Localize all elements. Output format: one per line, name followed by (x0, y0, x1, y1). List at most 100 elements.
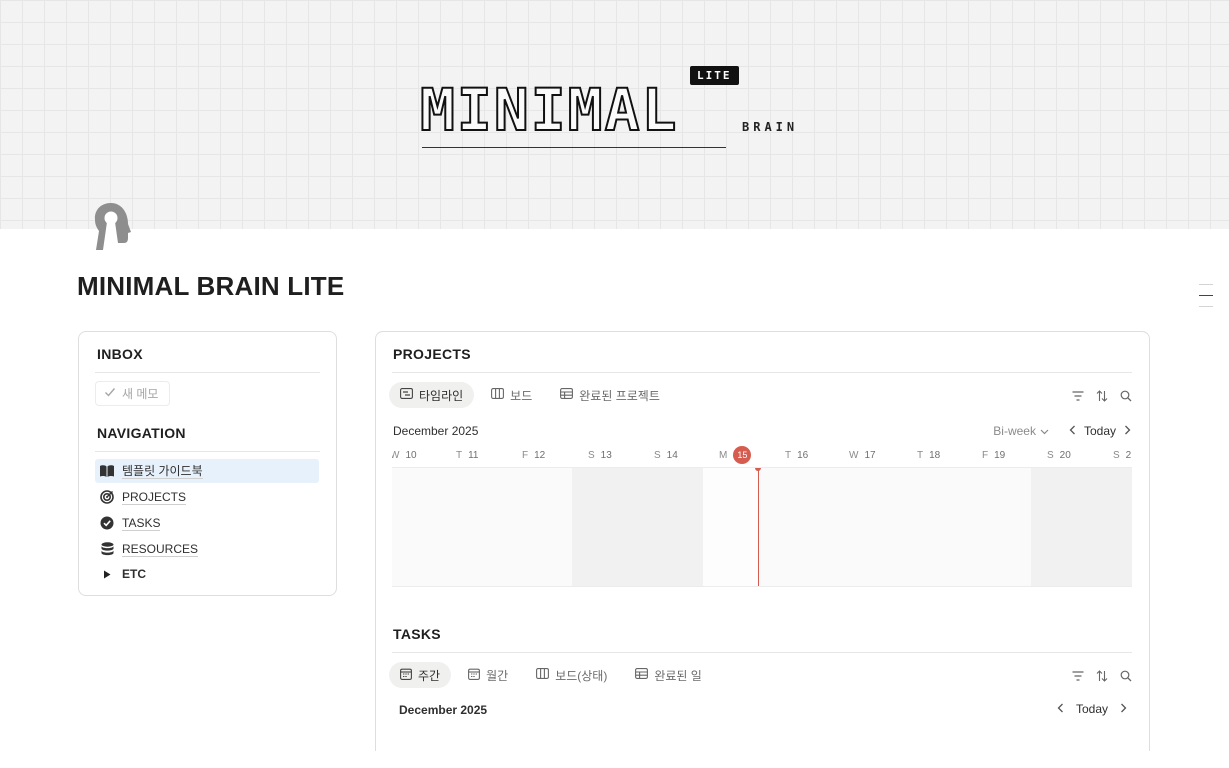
day-number: 19 (994, 449, 1006, 461)
logo-underline (422, 147, 726, 148)
logo-wordmark: MINIMAL (419, 76, 679, 144)
filter-icon[interactable] (1071, 389, 1085, 403)
cover-logo: MINIMAL LITE BRAIN (419, 66, 810, 156)
table-icon (635, 668, 649, 682)
head-keyhole-icon[interactable] (88, 200, 136, 254)
new-memo-button[interactable]: 새 메모 (95, 381, 170, 406)
today-column (703, 468, 758, 586)
projects-tasks-card: PROJECTS 타임라인 보드 완료된 프로젝트 December 2025 … (375, 331, 1150, 751)
table-icon (560, 388, 574, 402)
tab-label: 보드 (510, 388, 533, 403)
today-button[interactable]: Today (1084, 424, 1116, 438)
day-weekday: T (785, 449, 792, 461)
timeline-day: T 11 (456, 445, 522, 465)
timeline-day: T 16 (785, 445, 851, 465)
navigation-heading: NAVIGATION (97, 425, 186, 441)
day-weekday: W (392, 449, 400, 461)
tab-label: 주간 (418, 668, 441, 683)
toc-line[interactable] (1199, 306, 1213, 307)
day-weekday: M (719, 449, 728, 461)
sort-icon[interactable] (1095, 669, 1109, 683)
logo-lite-badge: LITE (690, 66, 739, 85)
nav-item-resources[interactable]: RESOURCES (95, 537, 319, 561)
timeline-day: F 12 (522, 445, 588, 465)
day-weekday: S (654, 449, 661, 461)
nav-item-template-guide[interactable]: 템플릿 가이드북 (95, 459, 319, 483)
sort-icon[interactable] (1095, 389, 1109, 403)
nav-item-projects[interactable]: PROJECTS (95, 485, 319, 509)
database-icon (99, 541, 115, 557)
inbox-navigation-card: INBOX 새 메모 NAVIGATION 템플릿 가이드북 PROJECTS … (78, 331, 337, 596)
day-weekday: S (588, 449, 595, 461)
chevron-right-icon[interactable] (1120, 702, 1127, 716)
chevron-left-icon[interactable] (1069, 424, 1076, 438)
chevron-down-icon (1040, 424, 1049, 438)
tab-board[interactable]: 보드 (480, 382, 543, 408)
tab-timeline[interactable]: 타임라인 (389, 382, 475, 408)
board-icon (491, 388, 505, 402)
tab-completed-projects[interactable]: 완료된 프로젝트 (549, 382, 671, 408)
day-number: 21 (1125, 449, 1132, 461)
chevron-right-icon[interactable] (1124, 424, 1131, 438)
day-weekday: F (982, 449, 989, 461)
chevron-left-icon[interactable] (1057, 702, 1064, 716)
day-weekday: F (522, 449, 529, 461)
timeline-day: S 14 (654, 445, 720, 465)
tab-weekly[interactable]: 주간 (389, 662, 452, 688)
nav-item-label: PROJECTS (122, 489, 187, 505)
nav-item-label: TASKS (122, 515, 161, 531)
tasks-heading: TASKS (393, 626, 441, 642)
projects-toolbar (1071, 389, 1133, 403)
range-label: Bi-week (993, 424, 1036, 438)
tab-label: 월간 (486, 668, 509, 683)
tab-monthly[interactable]: 월간 (457, 662, 519, 688)
timeline-month-label: December 2025 (393, 424, 479, 438)
divider (95, 372, 320, 373)
book-icon (99, 463, 115, 479)
day-number: 10 (405, 449, 417, 461)
day-weekday: T (456, 449, 463, 461)
day-weekday: S (1113, 449, 1120, 461)
today-day-number: 15 (733, 446, 752, 464)
range-select[interactable]: Bi-week (993, 424, 1049, 438)
toc-line-active[interactable] (1199, 295, 1213, 296)
toc-line[interactable] (1199, 284, 1213, 285)
day-weekday: T (917, 449, 924, 461)
triangle-right-icon[interactable] (99, 566, 115, 582)
calendar-icon (468, 668, 481, 683)
timeline-grid[interactable] (392, 467, 1132, 587)
search-icon[interactable] (1119, 389, 1133, 403)
calendar-icon (400, 668, 412, 683)
timeline-day: T 18 (917, 445, 983, 465)
day-number: 11 (468, 449, 479, 461)
today-button[interactable]: Today (1076, 702, 1108, 716)
table-of-contents-indicator[interactable] (1199, 284, 1213, 317)
timeline-day-today: M 15 (719, 445, 785, 465)
board-icon (536, 668, 550, 682)
tasks-view-tabs: 주간 월간 보드(상태) 완료된 일 (389, 662, 713, 688)
timeline-day: W 10 (392, 445, 456, 465)
search-icon[interactable] (1119, 669, 1133, 683)
timeline-controls: Bi-week Today (993, 424, 1131, 438)
tab-completed-tasks[interactable]: 완료된 일 (624, 662, 713, 688)
timeline-icon (400, 388, 413, 402)
day-number: 18 (929, 449, 941, 461)
day-weekday: W (849, 449, 859, 461)
target-icon (99, 489, 115, 505)
timeline-day: W 17 (849, 445, 915, 465)
day-number: 14 (666, 449, 678, 461)
calendar-month-label: December 2025 (399, 703, 488, 717)
tab-label: 완료된 일 (654, 668, 702, 683)
check-circle-icon (99, 515, 115, 531)
nav-item-label: RESOURCES (122, 541, 199, 557)
nav-item-label: ETC (122, 567, 146, 581)
day-number: 12 (534, 449, 546, 461)
filter-icon[interactable] (1071, 669, 1085, 683)
nav-item-etc-toggle[interactable]: ETC (95, 562, 319, 586)
day-number: 16 (797, 449, 809, 461)
weekend-shade (1031, 468, 1132, 586)
timeline-day: S 21 (1113, 445, 1132, 465)
timeline-day: F 19 (982, 445, 1048, 465)
tab-board-status[interactable]: 보드(상태) (525, 662, 618, 688)
nav-item-tasks[interactable]: TASKS (95, 511, 319, 535)
